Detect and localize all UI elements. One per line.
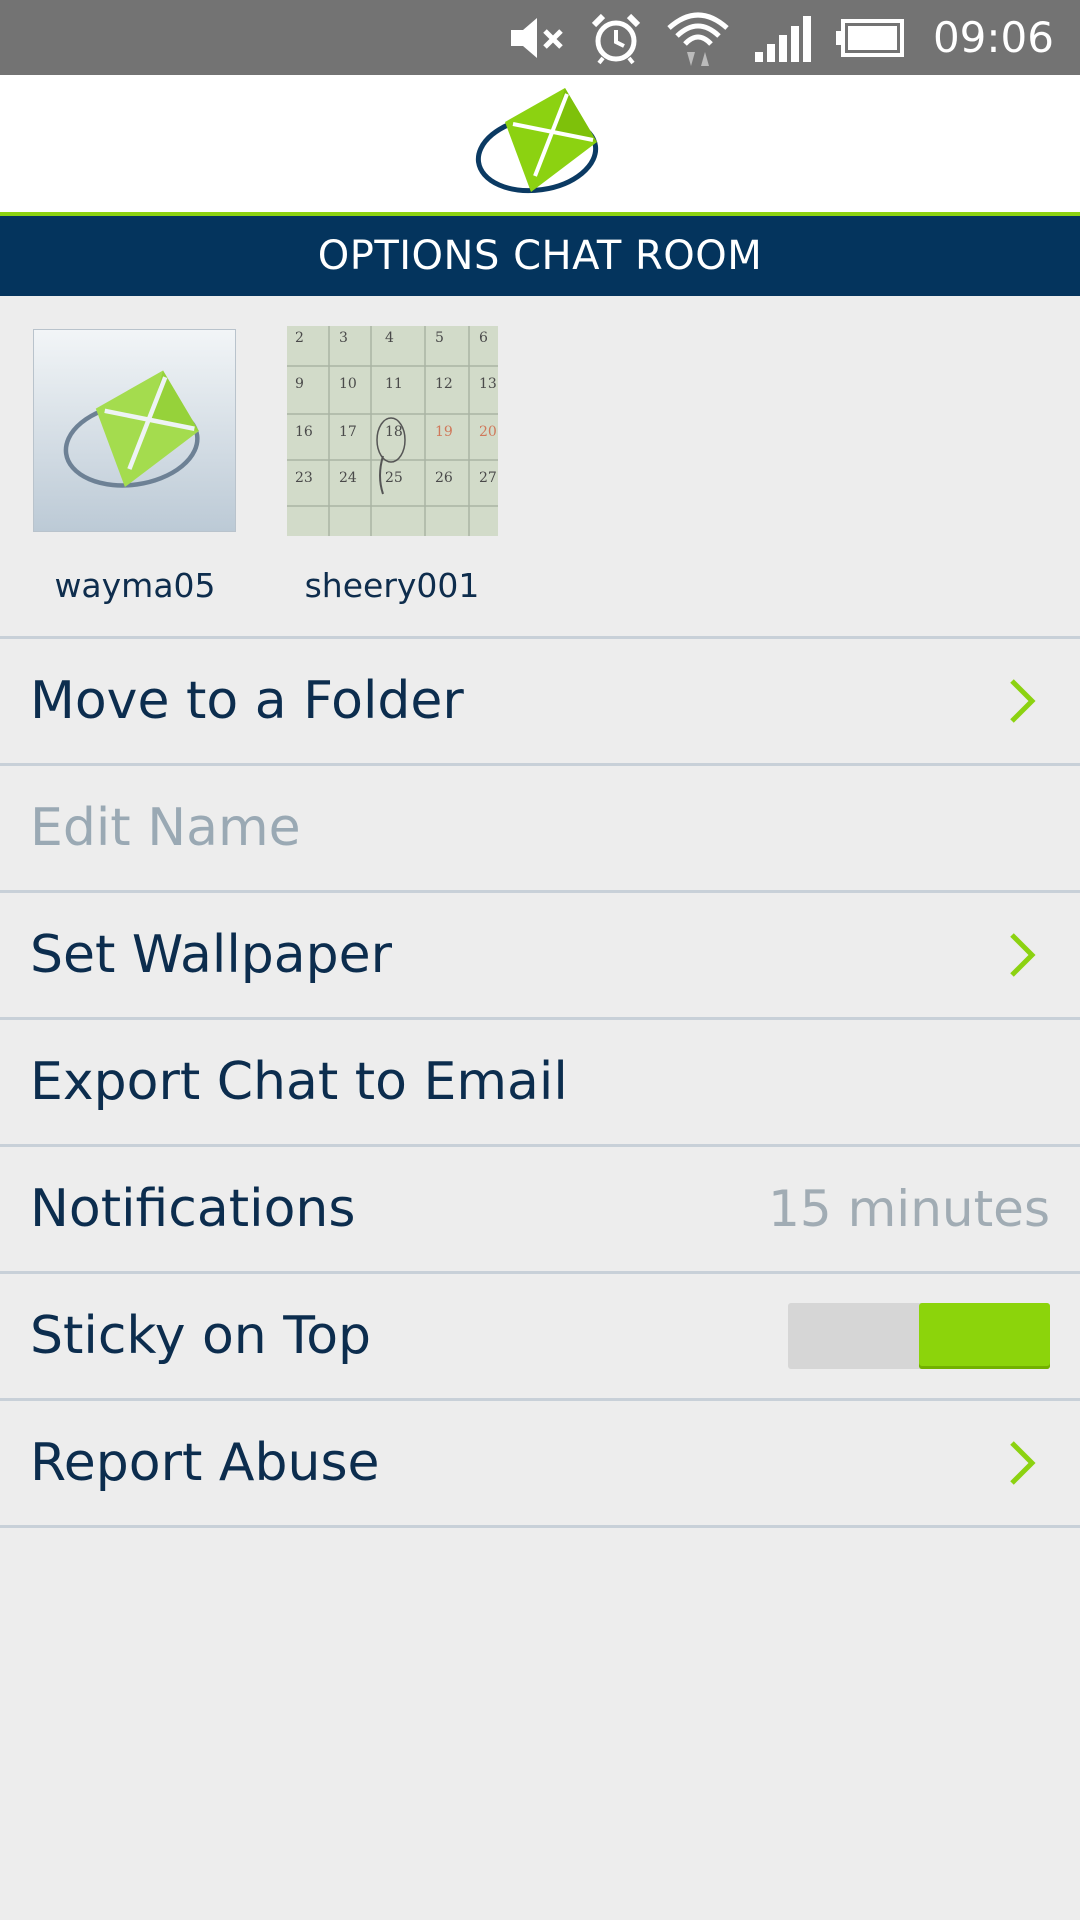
toggle-knob (919, 1303, 1050, 1369)
row-label: Notifications (30, 1179, 356, 1239)
calendar-day: 23 (295, 470, 313, 486)
row-label: Edit Name (30, 798, 301, 858)
kite-logo-icon (63, 369, 200, 488)
calendar-day: 12 (435, 376, 453, 392)
calendar-day: 9 (295, 376, 304, 392)
signal-icon (753, 10, 813, 66)
calendar-day: 2 (295, 330, 304, 346)
app-header (0, 75, 1080, 216)
calendar-day: 19 (435, 424, 453, 440)
sticky-on-top-row: Sticky on Top (0, 1274, 1080, 1401)
app-logo-icon (475, 84, 605, 204)
calendar-photo: 2 3 4 5 69 10 11 12 1316 17 18 19 2023 24 25 26 27 (287, 326, 498, 536)
calendar-day: 17 (339, 424, 357, 440)
report-abuse-row[interactable]: Report Abuse (0, 1401, 1080, 1528)
calendar-day: 27 (479, 470, 497, 486)
row-label: Sticky on Top (30, 1306, 372, 1366)
row-label: Report Abuse (30, 1433, 380, 1493)
row-label: Move to a Folder (30, 671, 464, 731)
row-label: Export Chat to Email (30, 1052, 568, 1112)
calendar-day: 5 (435, 330, 444, 346)
edit-name-row[interactable]: Edit Name (0, 766, 1080, 893)
chevron-right-icon (1010, 679, 1036, 723)
move-to-folder-row[interactable]: Move to a Folder (0, 639, 1080, 766)
member-avatar-wayma05[interactable] (33, 329, 236, 532)
calendar-day: 16 (295, 424, 313, 440)
mute-icon (507, 10, 567, 66)
calendar-day: 4 (385, 330, 394, 346)
calendar-day: 18 (385, 424, 403, 440)
calendar-day: 3 (339, 330, 348, 346)
calendar-day: 10 (339, 376, 357, 392)
row-label: Set Wallpaper (30, 925, 393, 985)
wifi-icon (665, 10, 731, 66)
member-name: sheery001 (304, 566, 480, 605)
calendar-day: 6 (479, 330, 488, 346)
status-time: 09:06 (932, 13, 1054, 62)
calendar-day: 20 (479, 424, 497, 440)
export-chat-row[interactable]: Export Chat to Email (0, 1020, 1080, 1147)
alarm-icon (589, 10, 643, 66)
member-avatar-sheery001[interactable]: 2 3 4 5 6 9 10 11 12 13 16 17 18 19 20 23 24 25 26 27 (287, 326, 498, 536)
page-title-bar: OPTIONS CHAT ROOM (0, 216, 1080, 296)
calendar-day: 26 (435, 470, 453, 486)
status-bar: 09:06 (0, 0, 1080, 75)
battery-icon (835, 10, 905, 66)
options-menu: Move to a Folder Edit Name Set Wallpaper… (0, 639, 1080, 1528)
sticky-on-top-toggle[interactable] (788, 1303, 1050, 1369)
notifications-value: 15 minutes (768, 1180, 1050, 1238)
calendar-day: 11 (385, 376, 403, 392)
chevron-right-icon (1010, 1441, 1036, 1485)
member-name: wayma05 (54, 566, 216, 605)
calendar-day: 25 (385, 470, 403, 486)
calendar-day: 24 (339, 470, 357, 486)
notifications-row[interactable]: Notifications 15 minutes (0, 1147, 1080, 1274)
chevron-right-icon (1010, 933, 1036, 977)
page-title: OPTIONS CHAT ROOM (317, 233, 763, 279)
member-list: wayma05 2 3 4 5 6 9 10 11 12 13 16 17 18 19 20 23 24 25 26… (0, 296, 1080, 639)
calendar-day: 13 (479, 376, 497, 392)
set-wallpaper-row[interactable]: Set Wallpaper (0, 893, 1080, 1020)
